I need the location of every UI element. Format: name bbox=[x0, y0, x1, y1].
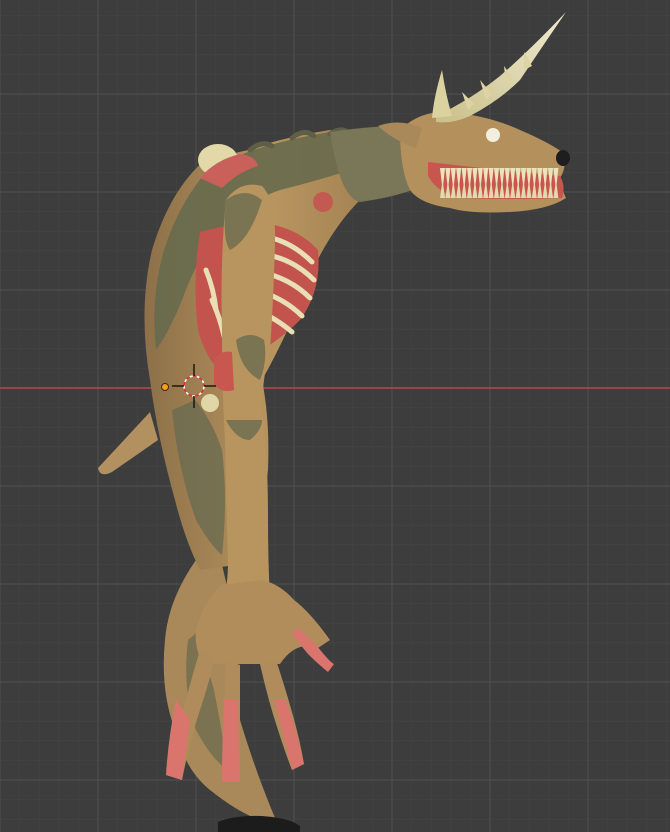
3d-viewport[interactable] bbox=[0, 0, 670, 832]
nose bbox=[556, 150, 570, 166]
antler bbox=[436, 12, 566, 123]
foot bbox=[218, 815, 300, 832]
creature-model[interactable] bbox=[0, 0, 670, 832]
wound-2 bbox=[313, 192, 333, 212]
3d-cursor-icon[interactable] bbox=[170, 362, 218, 410]
tail-spike bbox=[98, 412, 158, 475]
object-origin-icon[interactable] bbox=[161, 383, 169, 391]
small-horn bbox=[432, 70, 452, 118]
eye bbox=[486, 128, 500, 142]
